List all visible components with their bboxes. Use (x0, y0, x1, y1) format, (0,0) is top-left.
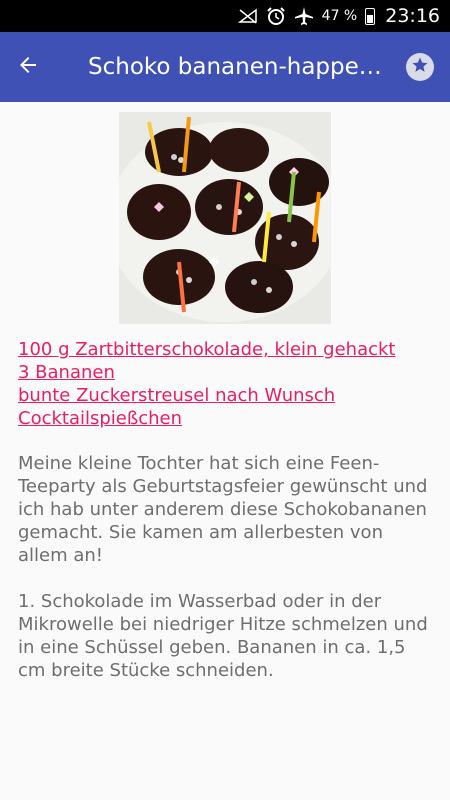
battery-percent: 47 % (321, 8, 358, 24)
ingredient-link[interactable]: 3 Bananen (18, 361, 432, 384)
battery-icon (365, 7, 376, 25)
airplane-icon (294, 6, 314, 26)
ingredient-link[interactable]: Cocktailspießchen (18, 407, 432, 430)
arrow-back-icon (16, 53, 40, 81)
ingredient-link[interactable]: bunte Zuckerstreusel nach Wunsch (18, 384, 432, 407)
ingredient-link[interactable]: 100 g Zartbitterschokolade, klein gehack… (18, 338, 432, 361)
star-icon (411, 56, 429, 78)
app-bar: Schoko bananen-happen… (0, 32, 450, 102)
page-title: Schoko bananen-happen… (88, 54, 386, 80)
recipe-content: 100 g Zartbitterschokolade, klein gehack… (0, 112, 450, 682)
ingredient-list: 100 g Zartbitterschokolade, klein gehack… (18, 338, 432, 430)
status-bar: 47 % 23:16 (0, 0, 450, 32)
no-signal-icon (237, 8, 258, 24)
back-button[interactable] (16, 47, 56, 87)
recipe-photo (119, 112, 331, 324)
recipe-step: 1. Schokolade im Wasserbad oder in der M… (18, 591, 428, 681)
recipe-description: Meine kleine Tochter hat sich eine Feen-… (18, 453, 428, 566)
favorite-button[interactable] (406, 53, 434, 81)
clock: 23:16 (385, 5, 440, 27)
alarm-icon (266, 6, 286, 26)
